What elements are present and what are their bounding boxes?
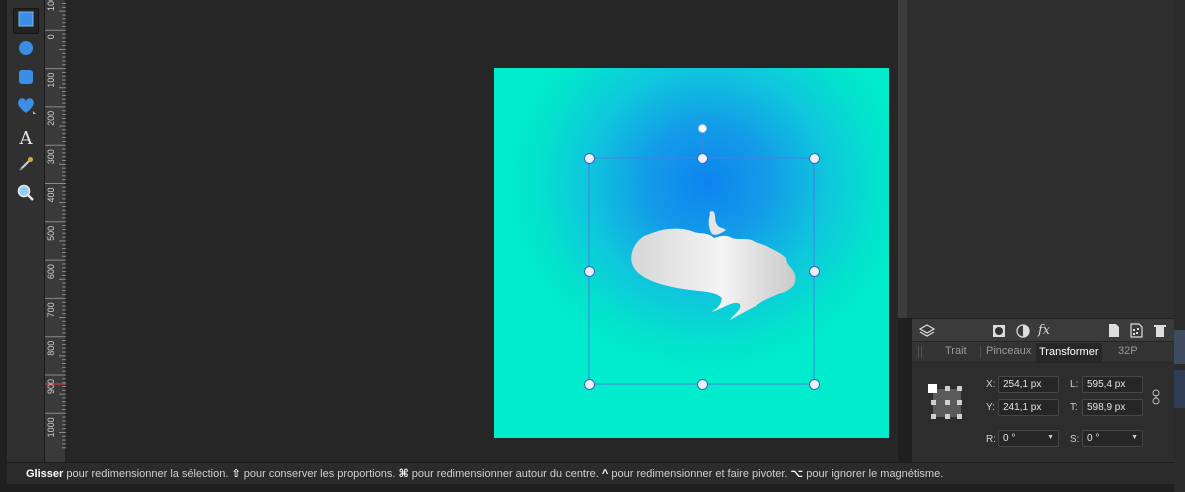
handle-bottom-right[interactable] (808, 378, 820, 390)
tab-trait[interactable]: Trait (945, 345, 967, 357)
shear-value: 0 ° (1087, 433, 1100, 444)
fx-icon[interactable]: fx (1038, 322, 1050, 339)
y-label: Y: (986, 402, 995, 413)
transform-panel: fx Trait Pinceaux Transformer 32P X: 254… (912, 318, 1174, 462)
chevron-down-icon: ▼ (1131, 434, 1138, 441)
trash-icon[interactable] (1154, 322, 1166, 339)
ruler-label: 600 (46, 264, 56, 279)
ruler-label: 700 (46, 302, 56, 317)
right-edge (1174, 0, 1185, 492)
ruler-label: 100 (46, 0, 56, 11)
y-field[interactable]: 241,1 px (998, 399, 1059, 416)
heart-tool[interactable] (13, 95, 39, 121)
link-icon[interactable] (1152, 389, 1160, 410)
ruler-label: 100 (46, 73, 56, 88)
ruler-label: 0 (46, 34, 56, 39)
panel-tabs: Trait Pinceaux Transformer 32P (912, 342, 1174, 363)
ruler-label: 900 (46, 379, 56, 394)
rotation-select[interactable]: 0 ° ▼ (998, 430, 1059, 447)
ruler-label: 800 (46, 341, 56, 356)
tab-transformer[interactable]: Transformer (1036, 343, 1102, 362)
shear-label: S: (1070, 434, 1080, 445)
mask-icon[interactable] (992, 322, 1006, 339)
rounded-square-icon (18, 69, 34, 90)
color-picker-tool[interactable] (13, 153, 39, 179)
height-field[interactable]: 598,9 px (1082, 399, 1143, 416)
text-tool[interactable]: A (13, 125, 39, 151)
ruler-label: 300 (46, 149, 56, 164)
command-key-icon: ⌘ (398, 468, 409, 480)
handle-bottom[interactable] (696, 378, 708, 390)
tab-pinceaux[interactable]: Pinceaux (986, 345, 1031, 357)
magnifier-icon (17, 184, 35, 207)
tools-panel: A (7, 0, 45, 470)
rounded-rectangle-tool[interactable] (13, 66, 39, 92)
vertical-ruler[interactable]: 100 0 100 200 300 400 500 600 700 800 900 1000 (45, 0, 66, 462)
chevron-down-icon: ▼ (1047, 434, 1054, 441)
handle-right[interactable] (808, 265, 820, 277)
handle-top-left[interactable] (583, 152, 595, 164)
status-drag: Glisser (26, 468, 64, 480)
right-panel-area (898, 0, 1174, 318)
grip-icon[interactable] (918, 346, 922, 358)
x-label: X: (986, 379, 996, 390)
layers-icon[interactable] (918, 322, 936, 339)
status-text-3: pour redimensionner autour du centre. (408, 468, 602, 480)
shift-key-icon: ⇧ (231, 468, 241, 480)
tab-32p[interactable]: 32P (1118, 345, 1138, 357)
status-bar: Glisser pour redimensionner la sélection… (7, 462, 1174, 484)
x-field[interactable]: 254,1 px (998, 376, 1059, 393)
rectangle-tool[interactable] (13, 8, 39, 34)
ellipse-tool[interactable] (13, 37, 39, 63)
handle-bottom-left[interactable] (583, 378, 595, 390)
ruler-label: 500 (46, 226, 56, 241)
handle-top-right[interactable] (808, 152, 820, 164)
new-document-icon[interactable] (1108, 322, 1120, 339)
circle-icon (18, 40, 34, 61)
new-pixel-layer-icon[interactable] (1130, 322, 1144, 339)
text-icon: A (19, 127, 33, 149)
status-text-5: pour ignorer le magnétisme. (803, 468, 944, 480)
canvas-area[interactable] (66, 0, 898, 462)
eyedropper-icon (18, 156, 34, 177)
app-window: A 100 0 100 200 300 400 500 600 700 800 900 1000 (0, 0, 1185, 492)
ruler-label: 400 (46, 188, 56, 203)
status-text-1: pour redimensionner la sélection. (63, 468, 232, 480)
rotation-label: R: (986, 434, 996, 445)
zoom-tool[interactable] (13, 182, 39, 208)
width-field[interactable]: 595,4 px (1082, 376, 1143, 393)
anchor-point-selector[interactable] (928, 382, 966, 422)
ruler-label: 200 (46, 111, 56, 126)
option-key-icon: ⌥ (790, 468, 804, 480)
rotation-handle[interactable] (697, 123, 707, 133)
panel-header: fx (912, 319, 1174, 342)
status-text-2: pour conserver les proportions. (240, 468, 399, 480)
status-text-4: pour redimensionner et faire pivoter. (608, 468, 791, 480)
handle-top[interactable] (696, 152, 708, 164)
ruler-label: 1000 (46, 417, 56, 437)
square-icon (18, 11, 34, 32)
shear-select[interactable]: 0 ° ▼ (1082, 430, 1143, 447)
document-canvas[interactable] (494, 68, 889, 438)
width-label: L: (1070, 379, 1079, 390)
handle-left[interactable] (583, 265, 595, 277)
adjustment-icon[interactable] (1016, 322, 1030, 339)
rotation-value: 0 ° (1003, 433, 1016, 444)
heart-icon (16, 96, 36, 121)
island-shape[interactable] (631, 228, 796, 320)
height-label: T: (1070, 402, 1078, 413)
